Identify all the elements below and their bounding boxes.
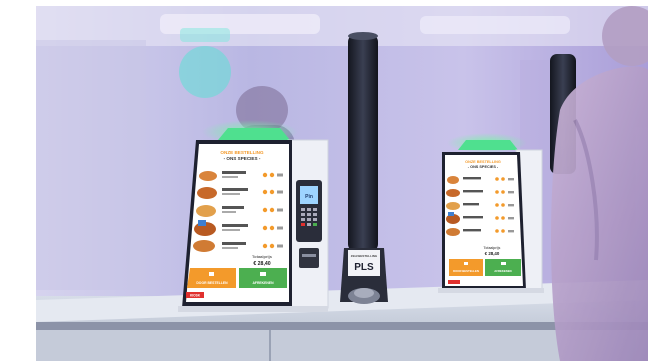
kiosk-right-header1: ONZE BESTELLING: [465, 160, 501, 164]
pls-label-small: ZELFBESTELLING: [351, 254, 378, 258]
kiosk-right-checkout-button[interactable]: AFREKENEN: [485, 259, 521, 276]
kiosk-left-checkout-button[interactable]: AFREKENEN: [239, 268, 287, 288]
terminal-screen-text: Pin: [305, 194, 313, 200]
kiosk-left-header2: - ONS SPECIES -: [224, 156, 261, 161]
kiosk-left-total-label: Totaalprijs: [252, 254, 273, 259]
kiosk-right-continue-label: DOOR BESTELLEN: [453, 269, 479, 273]
beacon-left: [218, 128, 290, 140]
kiosk-left-continue-label: DOOR BESTELLEN: [196, 281, 228, 285]
kiosk-right-total-value: € 28,40: [485, 251, 500, 256]
kiosk-right-brand-badge: [448, 280, 460, 284]
kiosk-right-checkout-label: AFREKENEN: [494, 269, 511, 273]
beacon-right: [458, 140, 518, 150]
kiosk-left-brand: KIOSK: [190, 294, 201, 298]
pls-label-big: PLS: [354, 262, 374, 273]
payment-terminal[interactable]: Pin: [296, 180, 322, 268]
kiosk-left-checkout-label: AFREKENEN: [252, 281, 274, 285]
kiosk-left-continue-button[interactable]: DOOR BESTELLEN: [187, 268, 236, 288]
kiosk-right-total-label: Totaalprijs: [484, 246, 501, 250]
kiosk-left-header1: ONZE BESTELLING: [220, 150, 264, 155]
receipt-printer: [299, 248, 319, 268]
kiosk-right-continue-button[interactable]: DOOR BESTELLEN: [449, 259, 483, 276]
kiosk-right-header2: - ONS SPECIES -: [468, 165, 499, 169]
scene: ONZE BESTELLING - ONS SPECIES - Totaalpr…: [0, 0, 648, 361]
kiosk-left-total-value: € 28,40: [253, 261, 270, 267]
